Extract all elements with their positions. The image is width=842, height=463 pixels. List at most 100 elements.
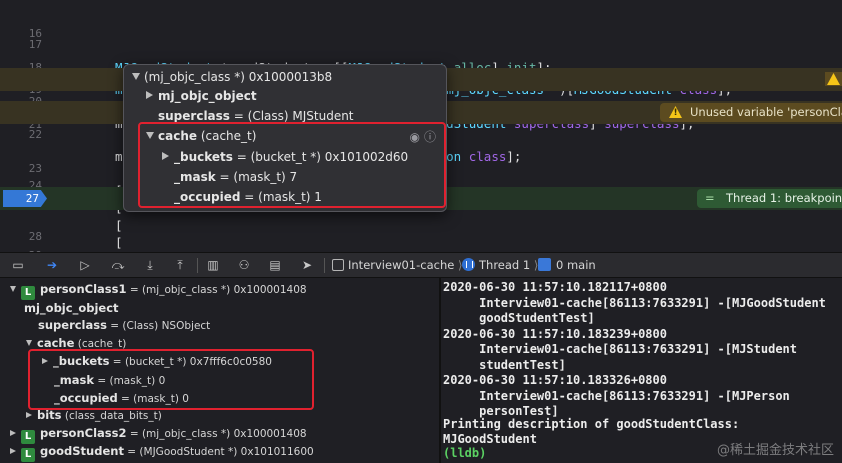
continue-icon[interactable]: ▷ — [75, 257, 95, 274]
popover-row-buckets[interactable]: _buckets = (bucket_t *) 0x101002d60 — [162, 147, 408, 167]
variable-row-bits[interactable]: bits (class_data_bits_t) — [26, 406, 162, 425]
console-line: Interview01-cache[86113:7633291] -[MJStu… — [443, 342, 798, 356]
variable-row-personClass1[interactable]: LpersonClass1 = (mj_objc_class *) 0x1000… — [10, 280, 307, 300]
variable-row-mask[interactable]: _mask = (mask_t) 0 — [54, 371, 165, 390]
breakpoints-toggle-icon[interactable]: ➔ — [42, 257, 62, 274]
popover-row-occupied[interactable]: _occupied = (mask_t) 1 — [174, 187, 322, 207]
row-value: (cache_t) — [197, 129, 257, 143]
code-line: 18 mj_objc_class *goodStudentClass = (__… — [0, 34, 842, 99]
row-value: = (mask_t) 1 — [240, 190, 322, 204]
popover-row-object[interactable]: mj_objc_object — [146, 86, 257, 106]
code-editor[interactable]: 16 17 MJGoodStudent *goodStudent = [[MJG… — [0, 0, 842, 252]
variable-name: goodStudent — [40, 444, 124, 458]
row-value: = (Class) MJStudent — [229, 109, 354, 123]
breadcrumb-thread[interactable]: Thread 1 ⟩ — [462, 253, 538, 278]
local-variable-badge-icon: L — [21, 286, 35, 300]
variable-name: _mask — [54, 373, 94, 387]
variable-row-personClass2[interactable]: LpersonClass2 = (mj_objc_class *) 0x1000… — [10, 424, 307, 444]
disclosure-triangle-icon[interactable] — [10, 448, 16, 454]
code-line: 30 NSLog(@"------------------------"); — [0, 238, 842, 252]
step-out-icon[interactable]: ⤒ — [170, 257, 190, 274]
view-hierarchy-icon[interactable]: ▥ — [203, 257, 223, 274]
breadcrumb-frame[interactable]: 0 main — [538, 253, 596, 278]
toolbar-divider — [197, 258, 198, 273]
code-line: 17 MJGoodStudent *goodStudent = [[MJGood… — [0, 12, 842, 75]
disclosure-triangle-icon[interactable] — [162, 152, 169, 160]
disclosure-triangle-icon[interactable] — [132, 73, 140, 80]
debug-console[interactable]: 2020-06-30 11:57:10.182117+0800 Intervie… — [441, 278, 842, 463]
row-value: = (mask_t) 7 — [215, 170, 298, 184]
row-name: mj_objc_object — [158, 89, 257, 103]
lldb-prompt[interactable]: (lldb) — [443, 446, 486, 461]
simulate-location-icon[interactable]: ➤ — [297, 257, 317, 274]
row-name: superclass — [158, 109, 230, 123]
breadcrumb-label: 0 main — [556, 258, 596, 272]
thread-icon — [462, 258, 475, 271]
console-line: Printing description of goodStudentClass… — [443, 417, 740, 431]
popover-header[interactable]: (mj_objc_class *) 0x1000013b8 — [132, 67, 332, 87]
variable-name: cache — [37, 336, 75, 350]
memory-graph-icon[interactable]: ⚇ — [234, 257, 254, 274]
variable-value: (class_data_bits_t) — [61, 410, 162, 422]
variable-inspector-popover[interactable]: (mj_objc_class *) 0x1000013b8 mj_objc_ob… — [123, 64, 447, 212]
variable-value: = (mj_objc_class *) 0x100001408 — [126, 284, 307, 296]
variable-row-cache[interactable]: cache (cache_t) — [26, 334, 126, 353]
disclosure-triangle-icon[interactable] — [146, 132, 154, 139]
disclosure-triangle-icon[interactable] — [26, 340, 32, 346]
debug-toolbar: ▭ ➔ ▷ ⤼ ⤓ ⤒ ▥ ⚇ ▤ ➤ Interview01-cache ⟩ … — [0, 252, 842, 278]
breadcrumb-label: Thread 1 — [479, 258, 531, 272]
variable-row-object[interactable]: mj_objc_object — [24, 299, 119, 318]
variables-view[interactable]: LpersonClass1 = (mj_objc_class *) 0x1000… — [0, 278, 439, 463]
popover-row-cache[interactable]: cache (cache_t) — [146, 126, 256, 146]
watermark: @稀土掘金技术社区 — [716, 443, 834, 458]
console-line: 2020-06-30 11:57:10.183326+0800 — [443, 373, 667, 387]
breadcrumb-label: Interview01-cache — [348, 258, 455, 272]
popover-header-text: (mj_objc_class *) 0x1000013b8 — [144, 70, 333, 84]
variable-value: = (mask_t) 0 — [117, 393, 189, 405]
warning-annotation[interactable]: ! Unused variable 'personCla — [660, 103, 842, 122]
console-line: Interview01-cache[86113:7633291] -[MJGoo… — [443, 295, 826, 310]
console-line: Interview01-cache[86113:7633291] -[MJPer… — [443, 388, 790, 403]
variable-name: mj_objc_object — [24, 301, 119, 315]
app-icon — [332, 259, 344, 271]
disclosure-triangle-icon[interactable] — [26, 412, 32, 418]
info-icon[interactable]: ⓘ — [424, 130, 440, 144]
console-line: 2020-06-30 11:57:10.183239+0800 — [443, 326, 667, 341]
row-name: _occupied — [174, 190, 241, 204]
disclosure-triangle-icon[interactable] — [42, 358, 48, 364]
row-name: cache — [158, 129, 198, 143]
hide-debug-area-icon[interactable]: ▭ — [8, 257, 28, 274]
variable-row-buckets[interactable]: _buckets = (bucket_t *) 0x7fff6c0c0580 — [42, 352, 272, 371]
variable-value: = (mj_objc_class *) 0x100001408 — [126, 428, 307, 440]
warning-icon: ! — [669, 106, 682, 118]
eye-icon[interactable]: ◉ — [410, 130, 424, 144]
variable-row-superclass[interactable]: superclass = (Class) NSObject — [38, 316, 210, 335]
step-over-icon[interactable]: ⤼ — [108, 257, 128, 274]
popover-actions: ◉ⓘ — [410, 128, 441, 145]
step-into-icon[interactable]: ⤓ — [140, 257, 160, 274]
warning-text: Unused variable 'personCla — [690, 105, 842, 119]
disclosure-triangle-icon[interactable] — [10, 430, 16, 436]
variable-name: _buckets — [53, 354, 110, 368]
stack-frame-icon — [538, 258, 551, 271]
variable-name: personClass1 — [40, 282, 127, 296]
disclosure-triangle-icon[interactable] — [10, 286, 16, 292]
local-variable-badge-icon: L — [21, 448, 35, 462]
variable-row-occupied[interactable]: _occupied = (mask_t) 0 — [54, 389, 189, 408]
console-line: goodStudentTest] — [443, 311, 595, 325]
popover-row-superclass[interactable]: superclass = (Class) MJStudent — [158, 106, 354, 126]
variable-name: _occupied — [54, 391, 118, 405]
breadcrumb-scheme[interactable]: Interview01-cache ⟩ — [332, 253, 462, 278]
popover-row-mask[interactable]: _mask = (mask_t) 7 — [174, 167, 297, 187]
environment-overrides-icon[interactable]: ▤ — [265, 257, 285, 274]
variable-value: = (mask_t) 0 — [94, 375, 166, 387]
variable-name: superclass — [38, 318, 107, 332]
variable-value: = (Class) NSObject — [106, 320, 211, 332]
disclosure-triangle-icon[interactable] — [146, 91, 153, 99]
row-name: _buckets — [174, 150, 233, 164]
variable-row-goodStudent[interactable]: LgoodStudent = (MJGoodStudent *) 0x10101… — [10, 442, 314, 462]
variable-value: = (MJGoodStudent *) 0x101011600 — [123, 446, 314, 458]
variable-value: = (bucket_t *) 0x7fff6c0c0580 — [109, 356, 272, 368]
row-name: _mask — [174, 170, 216, 184]
variable-name: bits — [37, 408, 62, 422]
